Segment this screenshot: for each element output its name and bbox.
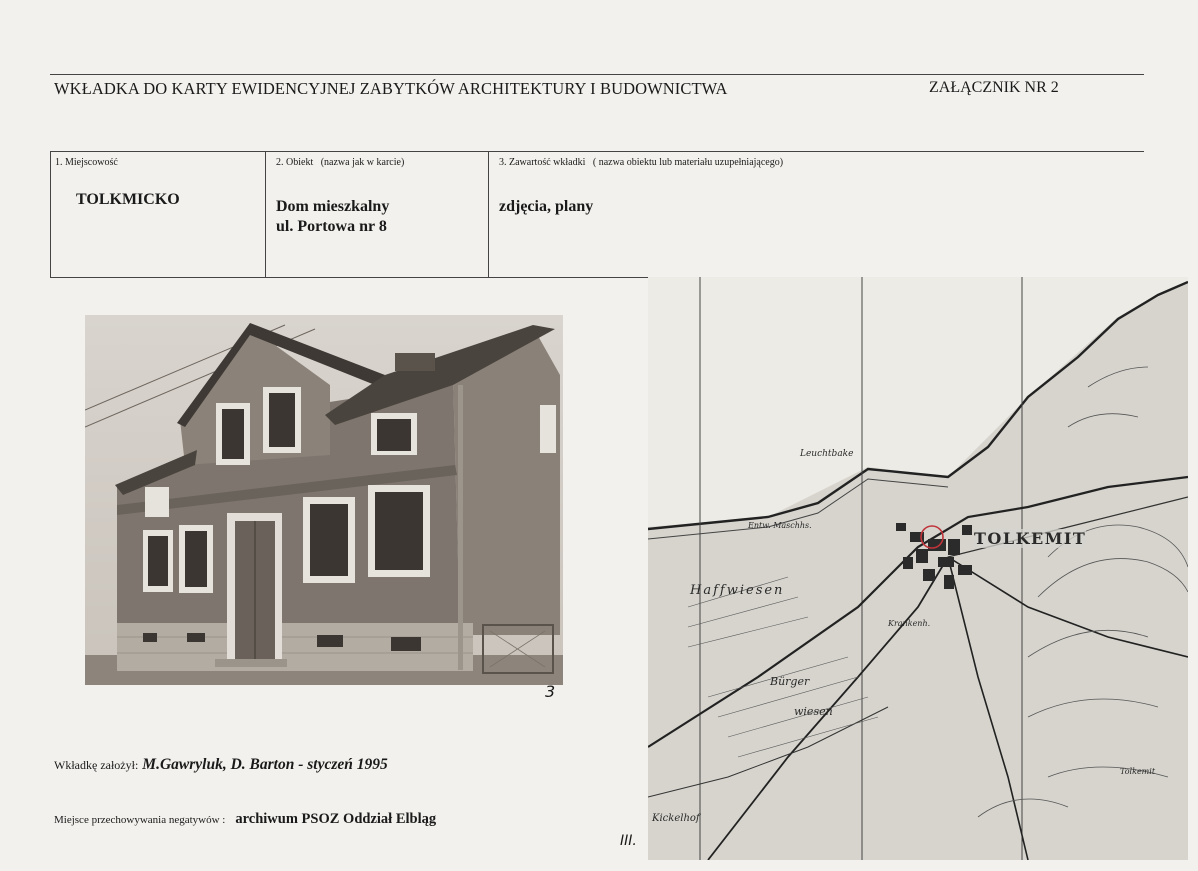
map-label-wiesen: wiesen (794, 705, 833, 718)
location-value: TOLKMICKO (76, 191, 180, 208)
founder-line: Wkładkę założył: M.Gawryluk, D. Barton -… (54, 756, 388, 774)
fields-divider-1 (265, 151, 266, 278)
map-label-maschhs: Entw. Maschhs. (748, 521, 812, 530)
map-label-tolkemit-small: Tolkemit (1120, 767, 1156, 776)
location-map: Leuchtbake Entw. Maschhs. Haffwiesen TOL… (648, 277, 1188, 860)
annex-number: ZAŁĄCZNIK NR 2 (929, 79, 1059, 96)
house-illustration (85, 315, 563, 685)
sheet-title: WKŁADKA DO KARTY EWIDENCYJNEJ ZABYTKÓW A… (54, 79, 728, 98)
object-value-line2: ul. Portowa nr 8 (276, 218, 387, 235)
location-label: 1. Miejscowość (55, 157, 118, 168)
top-rule (50, 74, 1144, 75)
founder-label: Wkładkę założył: (54, 758, 139, 772)
fields-top-rule (50, 151, 1144, 152)
map-label-kickelhof: Kickelhof (652, 813, 700, 824)
house-photograph (85, 315, 563, 685)
object-value-line1: Dom mieszkalny (276, 198, 390, 215)
map-label-leuchtbake: Leuchtbake (800, 449, 854, 459)
map-sheet-number: III. (620, 833, 637, 849)
photo-number: 3 (545, 682, 556, 701)
record-sheet: WKŁADKA DO KARTY EWIDENCYJNEJ ZABYTKÓW A… (0, 0, 1198, 871)
negatives-line: Miejsce przechowywania negatywów : archi… (54, 810, 436, 828)
fields-divider-2 (488, 151, 489, 278)
map-illustration (648, 277, 1188, 860)
map-label-krankenh: Krankenh. (888, 619, 931, 628)
negatives-value: archiwum PSOZ Oddział Elbląg (235, 811, 437, 827)
map-label-haffwiesen: Haffwiesen (690, 583, 785, 598)
content-value: zdjęcia, plany (499, 198, 594, 215)
fields-left-border (50, 151, 51, 278)
map-label-buerger: Bürger (770, 675, 810, 688)
founder-value: M.Gawryluk, D. Barton - styczeń 1995 (142, 756, 388, 773)
negatives-label: Miejsce przechowywania negatywów : (54, 814, 226, 826)
object-label: 2. Obiekt (nazwa jak w karcie) (276, 157, 405, 168)
map-label-tolkemit: TOLKEMIT (974, 529, 1087, 548)
content-label: 3. Zawartość wkładki ( nazwa obiektu lub… (499, 157, 784, 168)
